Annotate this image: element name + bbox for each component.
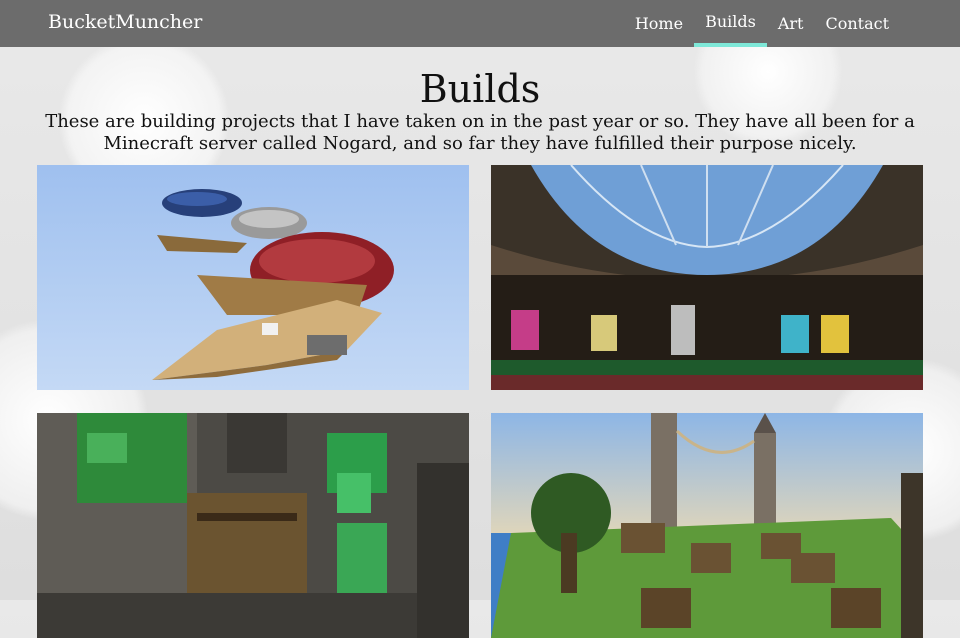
emerald-cave-image [37,413,469,638]
nav-item-art[interactable]: Art [767,0,815,47]
intro-text: These are building projects that I have … [45,111,915,154]
tower-village-image [491,413,923,638]
gallery-tile-tower-village[interactable] [491,413,923,638]
glass-dome-hall-image [491,165,923,390]
page-title: Builds [419,67,541,111]
nav-item-home[interactable]: Home [624,0,694,47]
top-navbar: BucketMuncher Home Builds Art Contact [0,0,960,47]
gallery-tile-emerald-cave[interactable] [37,413,469,638]
gallery-tile-airship[interactable] [37,165,469,390]
main-content: Builds These are building projects that … [0,47,960,638]
gallery-tile-dome-hall[interactable] [491,165,923,390]
nav-item-builds[interactable]: Builds [694,0,767,47]
nav-item-contact[interactable]: Contact [814,0,900,47]
nav-menu: Home Builds Art Contact [624,0,900,47]
airship-image [37,165,469,390]
brand-link[interactable]: BucketMuncher [48,11,202,33]
